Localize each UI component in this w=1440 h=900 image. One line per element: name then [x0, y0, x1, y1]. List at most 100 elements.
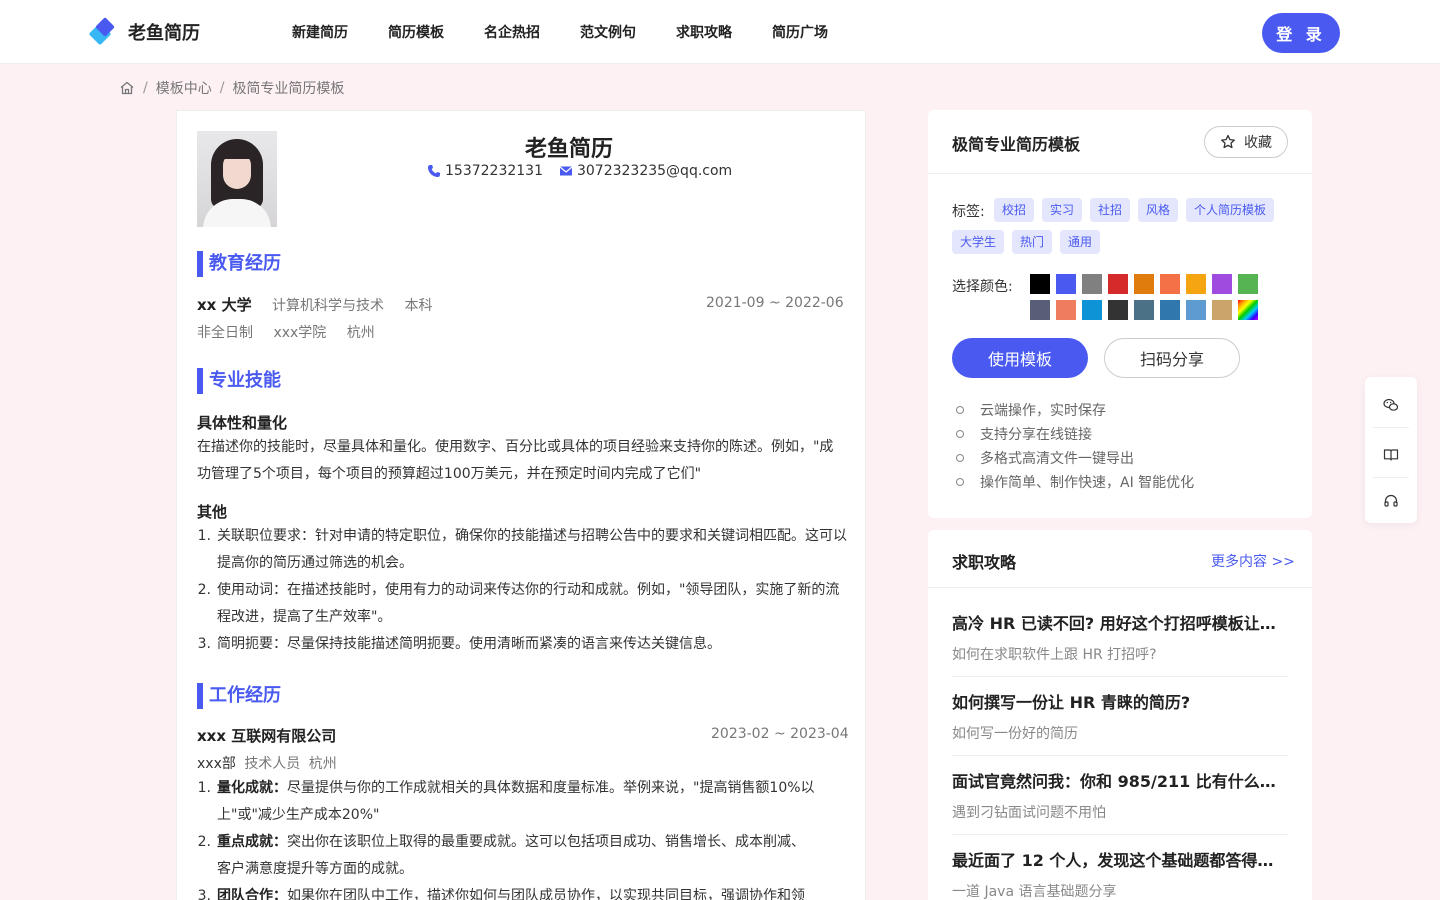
favorite-label: 收藏	[1244, 135, 1272, 151]
nav-new-resume[interactable]: 新建简历	[292, 22, 348, 42]
list-item: 3. 简明扼要：尽量保持技能描述简明扼要。使用清晰而紧凑的语言来传达关键信息。	[197, 636, 721, 652]
list-item: 多格式高清文件一键导出	[952, 446, 1194, 470]
star-icon	[1221, 134, 1235, 149]
guide-button[interactable]	[1365, 431, 1417, 479]
color-swatch[interactable]	[1186, 300, 1206, 320]
education-date: 2021-09 ~ 2022-06	[706, 295, 844, 311]
color-swatch[interactable]	[1108, 300, 1128, 320]
breadcrumb: / 模板中心 / 极简专业简历模板	[119, 78, 344, 98]
resume-phone: 15372232131	[445, 163, 543, 179]
article-subtitle: 如何在求职软件上跟 HR 打招呼?	[952, 647, 1157, 663]
tag[interactable]: 风格	[1138, 198, 1179, 222]
floating-toolbar	[1365, 377, 1417, 523]
work-list: 1. 量化成就：尽量提供与你的工作成就相关的具体数据和度量标准。举例来说，"提高销…	[197, 775, 817, 900]
color-swatch[interactable]	[1134, 300, 1154, 320]
section-title-work: 工作经历	[197, 683, 281, 709]
template-panel-header: 极简专业简历模板 收藏	[928, 110, 1312, 174]
article-item[interactable]: 最近面了 12 个人，发现这个基础题都答得不好 一道 Java 语言基础题分享	[952, 835, 1288, 900]
list-item: 3. 团队合作：如果你在团队中工作，描述你如何与团队成员协作，以实现共同目标，强调…	[197, 888, 805, 900]
tags-label: 标签:	[952, 204, 985, 220]
login-button[interactable]: 登 录	[1262, 13, 1340, 53]
wechat-button[interactable]	[1365, 381, 1417, 429]
home-icon[interactable]	[119, 80, 135, 96]
color-swatch[interactable]	[1030, 300, 1050, 320]
article-subtitle: 遇到刁钻面试问题不用怕	[952, 805, 1106, 821]
template-panel: 极简专业简历模板 收藏 标签: 校招 实习 社招 风格 个人简历模板 大学生 热…	[928, 110, 1312, 518]
article-subtitle: 一道 Java 语言基础题分享	[952, 884, 1117, 900]
nav-guides[interactable]: 求职攻略	[676, 22, 732, 42]
list-item: 2. 重点成就：突出你在该职位上取得的最重要成就。这可以包括项目成功、销售增长、成…	[197, 834, 805, 877]
favorite-button[interactable]: 收藏	[1204, 126, 1288, 158]
resume-email: 3072323235@qq.com	[576, 163, 733, 179]
logo-text: 老鱼简历	[128, 23, 200, 44]
tag[interactable]: 社招	[1090, 198, 1131, 222]
article-item[interactable]: 面试官竟然问我：你和 985/211 比有什么优势? 遇到刁钻面试问题不用怕	[952, 756, 1288, 835]
article-title: 最近面了 12 个人，发现这个基础题都答得不好	[952, 851, 1288, 870]
nav-square[interactable]: 简历广场	[772, 22, 828, 42]
section-title-skills: 专业技能	[197, 368, 281, 394]
color-swatch[interactable]	[1160, 274, 1180, 294]
skills-subtitle-2: 其他	[197, 503, 228, 521]
headset-icon	[1384, 494, 1398, 507]
main-nav: 新建简历 简历模板 名企热招 范文例句 求职攻略 简历广场	[292, 0, 868, 64]
feature-list: 云端操作，实时保存 支持分享在线链接 多格式高清文件一键导出 操作简单、制作快速…	[952, 398, 1194, 494]
qr-share-button[interactable]: 扫码分享	[1104, 338, 1240, 378]
breadcrumb-current: 极简专业简历模板	[232, 81, 345, 97]
education-mode: 非全日制	[197, 325, 253, 341]
article-item[interactable]: 高冷 HR 已读不回? 用好这个打招呼模板让她主动回复 如何在求职软件上跟 HR…	[952, 598, 1288, 677]
color-swatch[interactable]	[1212, 274, 1232, 294]
color-swatch[interactable]	[1056, 274, 1076, 294]
wechat-icon	[1383, 398, 1399, 411]
tag[interactable]: 实习	[1042, 198, 1083, 222]
color-swatch[interactable]	[1212, 300, 1232, 320]
education-school: xx 大学	[197, 296, 252, 314]
use-template-button[interactable]: 使用模板	[952, 338, 1088, 378]
color-swatch[interactable]	[1030, 274, 1050, 294]
color-swatch[interactable]	[1056, 300, 1076, 320]
education-college: xxx学院	[273, 325, 327, 341]
tag[interactable]: 个人简历模板	[1186, 198, 1275, 222]
tag[interactable]: 通用	[1060, 230, 1101, 254]
tag[interactable]: 大学生	[952, 230, 1005, 254]
list-item: 1. 关联职位要求：针对申请的特定职位，确保你的技能描述与招聘公告中的要求和关键词…	[197, 528, 847, 571]
breadcrumb-sep: /	[143, 80, 148, 96]
color-swatch[interactable]	[1082, 300, 1102, 320]
work-row-2: xxx部 技术人员 杭州	[197, 753, 337, 773]
logo[interactable]: 老鱼简历	[88, 17, 200, 46]
tag[interactable]: 热门	[1012, 230, 1053, 254]
skills-paragraph: 在描述你的技能时，尽量具体和量化。使用数字、百分比或具体的项目经验来支持你的陈述…	[197, 439, 834, 482]
article-title: 如何撰写一份让 HR 青睐的简历?	[952, 693, 1191, 712]
work-city: 杭州	[308, 756, 337, 772]
resume-contact: 15372232131 3072323235@qq.com	[427, 163, 748, 179]
color-swatch[interactable]	[1238, 300, 1258, 320]
job-guide-title: 求职攻略	[952, 553, 1017, 572]
list-item: 操作简单、制作快速，AI 智能优化	[952, 470, 1194, 494]
work-date: 2023-02 ~ 2023-04	[711, 726, 849, 742]
article-item[interactable]: 如何撰写一份让 HR 青睐的简历? 如何写一份好的简历	[952, 677, 1288, 756]
nav-hot-jobs[interactable]: 名企热招	[484, 22, 540, 42]
mail-icon	[559, 166, 573, 176]
nav-templates[interactable]: 简历模板	[388, 22, 444, 42]
color-swatch[interactable]	[1186, 274, 1206, 294]
skills-list: 1. 关联职位要求：针对申请的特定职位，确保你的技能描述与招聘公告中的要求和关键词…	[197, 523, 847, 658]
breadcrumb-sep: /	[219, 80, 225, 96]
nav-examples[interactable]: 范文例句	[580, 22, 636, 42]
color-swatch[interactable]	[1082, 274, 1102, 294]
support-button[interactable]	[1365, 477, 1417, 525]
tag[interactable]: 校招	[994, 198, 1035, 222]
more-link[interactable]: 更多内容 >>	[1211, 551, 1295, 571]
education-major: 计算机科学与技术	[272, 298, 385, 314]
color-swatch[interactable]	[1134, 274, 1154, 294]
work-dept: xxx部	[197, 756, 236, 772]
top-header: 老鱼简历 新建简历 简历模板 名企热招 范文例句 求职攻略 简历广场 登 录	[0, 0, 1440, 64]
resume-preview: 老鱼简历 15372232131 3072323235@qq.com 教育经历 …	[176, 110, 866, 900]
breadcrumb-template-center[interactable]: 模板中心	[156, 78, 212, 98]
list-item: 支持分享在线链接	[952, 422, 1194, 446]
color-swatch[interactable]	[1160, 300, 1180, 320]
color-swatch[interactable]	[1108, 274, 1128, 294]
color-swatch[interactable]	[1238, 274, 1258, 294]
template-title: 极简专业简历模板	[952, 135, 1081, 154]
education-city: 杭州	[346, 325, 375, 341]
list-item: 1. 量化成就：尽量提供与你的工作成就相关的具体数据和度量标准。举例来说，"提高销…	[197, 780, 815, 823]
color-label: 选择颜色:	[952, 279, 1013, 295]
